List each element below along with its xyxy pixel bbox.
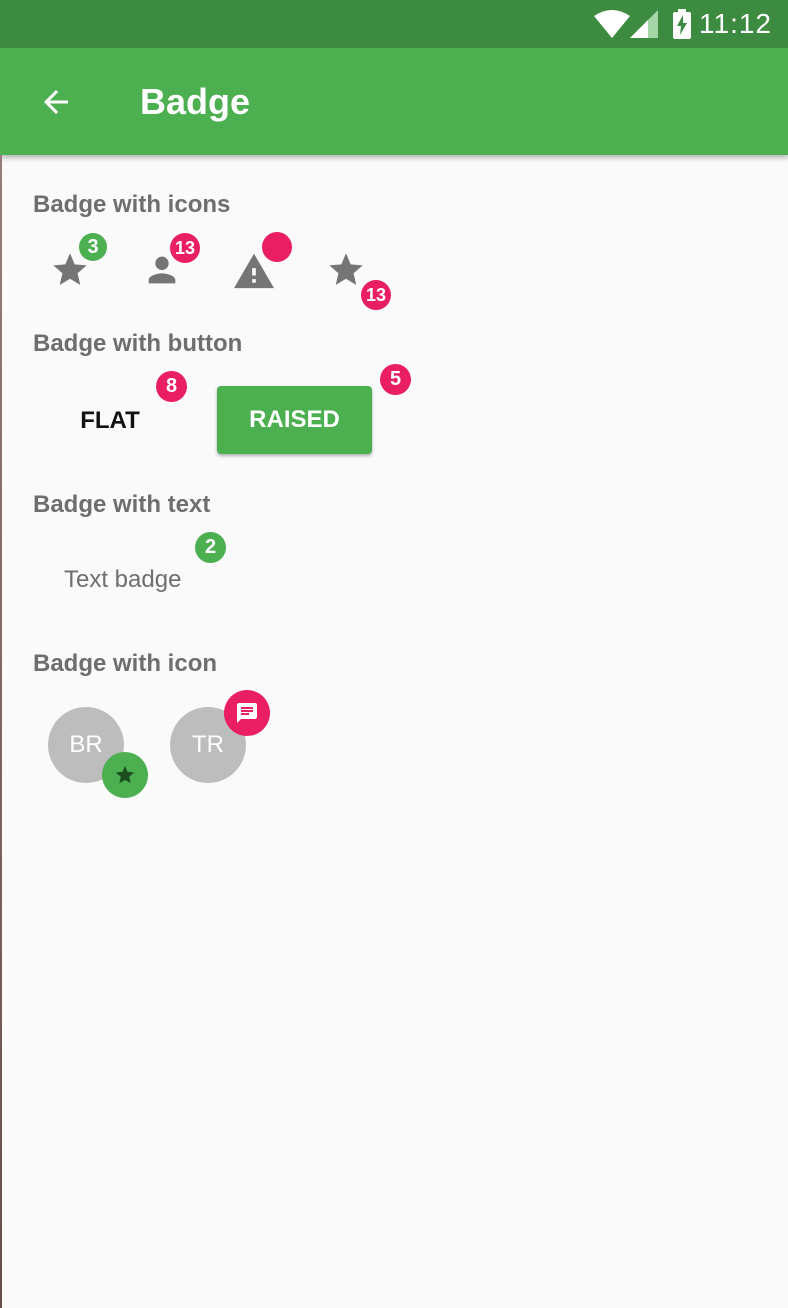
star-icon: [115, 765, 135, 784]
flat-button[interactable]: FLAT: [56, 392, 164, 450]
badge-count: 2: [195, 532, 226, 563]
star-icon: [329, 253, 363, 285]
raised-button[interactable]: RAISED: [217, 386, 372, 454]
battery-charging-icon: [673, 9, 691, 39]
app-bar: Badge: [0, 48, 788, 155]
section-title-button: Badge with button: [33, 330, 243, 357]
badge-count: 3: [79, 233, 107, 261]
arrow-back-icon: [44, 90, 68, 114]
screen: 11:12 Badge Badge with icons 3 13 13 Bad…: [0, 0, 788, 1308]
badge-count: 13: [170, 233, 200, 263]
wifi-icon: [594, 10, 630, 38]
badge-count: 5: [380, 364, 411, 395]
section-title-icon: Badge with icon: [33, 650, 218, 677]
badge-count: 13: [361, 280, 391, 310]
badge-count: 8: [156, 371, 187, 402]
badged-star-icon-2[interactable]: [326, 250, 366, 290]
message-icon: [237, 703, 257, 723]
back-button[interactable]: [38, 84, 74, 125]
window-edge: [0, 155, 2, 1308]
section-title-icons: Badge with icons: [33, 191, 231, 218]
badge-dot: [262, 232, 292, 262]
signal-icon: [630, 10, 658, 38]
section-title-text: Badge with text: [33, 491, 211, 518]
text-badge-label: Text badge: [64, 566, 182, 593]
avatar-message-badge: [224, 690, 270, 736]
status-time: 11:12: [699, 8, 772, 39]
avatar-star-badge: [102, 752, 148, 798]
page-title: Badge: [140, 81, 251, 122]
status-bar: 11:12: [0, 0, 788, 48]
